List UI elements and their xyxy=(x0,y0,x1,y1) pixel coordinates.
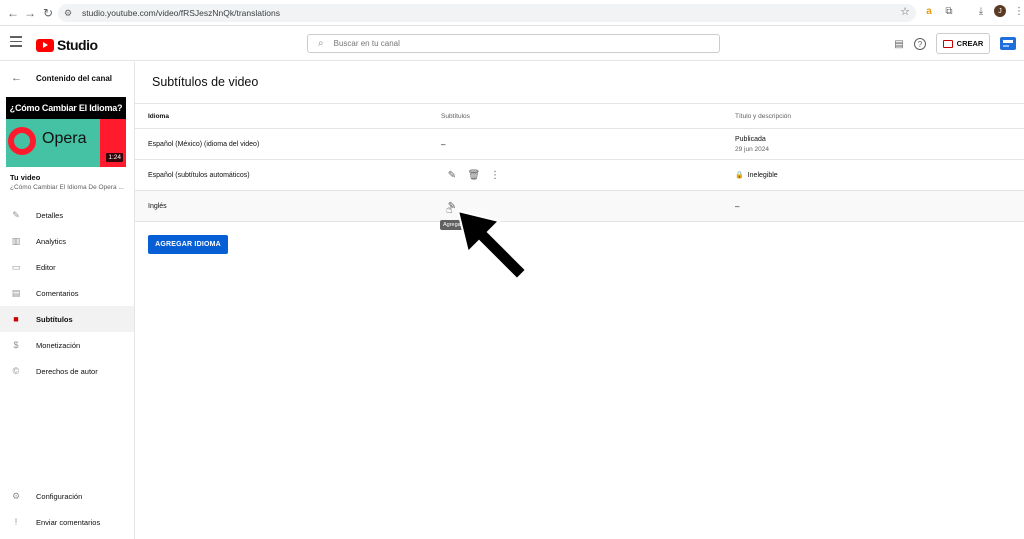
row-language: Español (subtítulos automáticos) xyxy=(148,171,250,179)
status-text: Publicada xyxy=(735,135,766,143)
status-text: Inelegible xyxy=(747,171,778,179)
dollar-icon: $ xyxy=(13,340,19,350)
studio-logo[interactable]: Studio xyxy=(36,37,98,53)
sidebar-item-label: Derechos de autor xyxy=(36,366,98,376)
download-icon[interactable]: ⤓ xyxy=(974,4,988,18)
sidebar-item-label: Enviar comentarios xyxy=(36,517,101,527)
bookmark-star-icon[interactable]: ☆ xyxy=(900,5,910,18)
sidebar-item-label: Editor xyxy=(36,262,56,272)
address-bar[interactable]: ⚙ studio.youtube.com/video/fRSJeszNnQk/t… xyxy=(58,4,916,22)
table-row[interactable]: Español (México) (idioma del video) – Pu… xyxy=(135,129,1024,160)
column-header-title-desc: Título y descripción xyxy=(735,112,791,120)
extensions-puzzle-icon[interactable]: ⧉ xyxy=(942,4,956,18)
video-thumbnail[interactable]: ¿Cómo Cambiar El Idioma? Opera 1:24 xyxy=(6,97,126,167)
subtitles-icon: ■ xyxy=(13,314,19,324)
row-language: Español (México) (idioma del video) xyxy=(148,140,260,148)
url-text: studio.youtube.com/video/fRSJeszNnQk/tra… xyxy=(82,8,280,18)
channel-avatar[interactable] xyxy=(999,35,1017,52)
sidebar-item-analytics[interactable]: ▥ Analytics xyxy=(0,228,134,254)
sidebar-item-editor[interactable]: ▭ Editor xyxy=(0,254,134,280)
hamburger-menu-icon[interactable] xyxy=(10,36,22,48)
lock-icon: 🔒 xyxy=(735,172,744,179)
more-options-icon[interactable]: ⋮ xyxy=(489,169,501,181)
create-button[interactable]: CREAR xyxy=(936,33,990,54)
video-plus-icon xyxy=(942,39,953,48)
row-title-desc: 🔒 Inelegible xyxy=(735,160,778,190)
pointer-arrow-icon xyxy=(456,209,528,281)
sidebar-item-details[interactable]: ✎ Detalles xyxy=(0,202,134,228)
your-video-label: Tu video xyxy=(10,173,41,182)
sidebar-item-send-feedback[interactable]: ! Enviar comentarios xyxy=(0,509,134,535)
subtitles-table: Idioma Subtítulos Título y descripción E… xyxy=(135,103,1024,222)
thumbnail-brand: Opera xyxy=(42,130,87,147)
edit-pencil-icon[interactable]: ✎ xyxy=(446,169,458,181)
search-input[interactable] xyxy=(333,39,694,48)
opera-logo-icon xyxy=(8,127,36,155)
thumbnail-title: ¿Cómo Cambiar El Idioma? xyxy=(6,97,126,119)
search-box[interactable]: ⌕ xyxy=(307,34,720,53)
hand-cursor-icon: ☝ xyxy=(446,204,453,216)
video-duration: 1:24 xyxy=(106,153,123,162)
column-header-subtitles: Subtítulos xyxy=(441,112,470,120)
row-title-desc: – xyxy=(735,201,740,211)
search-icon: ⌕ xyxy=(318,38,324,49)
video-title: ¿Cómo Cambiar El Idioma De Opera ... xyxy=(10,184,124,191)
sidebar-item-label: Analytics xyxy=(36,236,67,246)
sidebar-item-label: Comentarios xyxy=(36,288,79,298)
row-subtitles: – xyxy=(441,139,446,149)
pencil-icon: ✎ xyxy=(12,209,20,220)
feedback-icon: ! xyxy=(14,517,18,527)
add-language-button[interactable]: AGREGAR IDIOMA xyxy=(148,235,228,254)
site-info-icon[interactable]: ⚙ xyxy=(64,8,78,19)
comments-icon: ▤ xyxy=(11,287,21,298)
logo-text: Studio xyxy=(57,37,98,53)
gear-icon: ⚙ xyxy=(11,490,21,501)
forward-arrow-icon[interactable]: → xyxy=(20,3,40,23)
sidebar-item-comments[interactable]: ▤ Comentarios xyxy=(0,280,134,306)
amazon-extension-icon[interactable]: a xyxy=(922,4,936,18)
sidebar-item-label: Detalles xyxy=(36,210,64,220)
feedback-icon[interactable]: ▤ xyxy=(892,37,906,51)
sidebar-item-label: Subtítulos xyxy=(36,314,73,324)
page-title: Subtítulos de video xyxy=(152,75,259,89)
sidebar-item-monetization[interactable]: $ Monetización xyxy=(0,332,134,358)
table-row[interactable]: Español (subtítulos automáticos) ✎ 🗑 ⋮ 🔒… xyxy=(135,160,1024,191)
youtube-play-icon xyxy=(36,38,54,52)
analytics-icon: ▥ xyxy=(11,235,21,246)
delete-trash-icon[interactable]: 🗑 xyxy=(468,169,481,181)
sidebar-item-label: Configuración xyxy=(36,491,83,501)
help-icon[interactable]: ? xyxy=(914,38,926,50)
sidebar-item-subtitles[interactable]: ■ Subtítulos xyxy=(0,306,134,332)
sidebar-item-copyright[interactable]: © Derechos de autor xyxy=(0,358,134,384)
sidebar-item-settings[interactable]: ⚙ Configuración xyxy=(0,483,134,509)
column-header-language: Idioma xyxy=(148,112,169,120)
browser-toolbar: ← → ↻ ⚙ studio.youtube.com/video/fRSJesz… xyxy=(0,0,1024,26)
back-label: Contenido del canal xyxy=(36,73,113,83)
table-row[interactable]: Inglés ✎ – xyxy=(135,191,1024,222)
sidebar: ← Contenido del canal ¿Cómo Cambiar El I… xyxy=(0,62,135,539)
more-menu-icon[interactable]: ⋮ xyxy=(1012,4,1024,18)
editor-icon: ▭ xyxy=(11,261,21,272)
row-language: Inglés xyxy=(148,202,167,210)
back-to-content-link[interactable]: ← Contenido del canal xyxy=(11,72,112,84)
arrow-left-icon: ← xyxy=(11,72,22,84)
date-text: 29 jun 2024 xyxy=(735,145,769,153)
profile-avatar[interactable]: J xyxy=(994,5,1006,17)
copyright-icon: © xyxy=(12,366,20,376)
row-title-desc: Publicada 29 jun 2024 xyxy=(735,129,769,159)
studio-header: Studio ⌕ ▤ ? CREAR xyxy=(0,27,1024,61)
reload-icon[interactable]: ↻ xyxy=(38,3,58,23)
create-label: CREAR xyxy=(956,39,984,48)
sidebar-item-label: Monetización xyxy=(36,340,81,350)
table-header: Idioma Subtítulos Título y descripción xyxy=(135,103,1024,129)
